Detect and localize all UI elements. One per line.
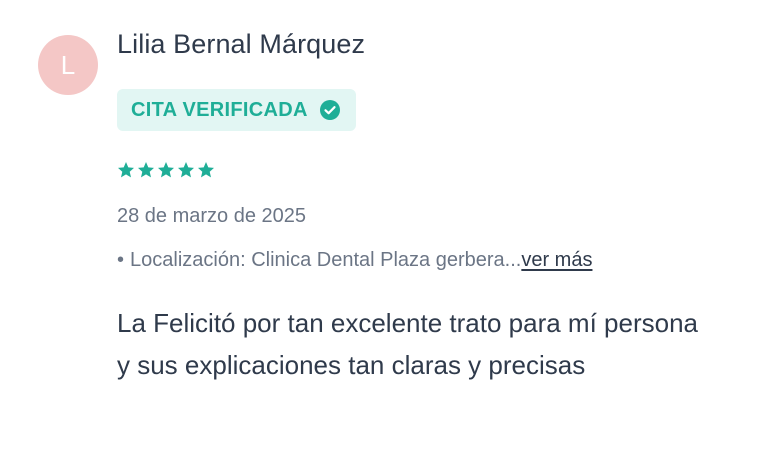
avatar-initial: L: [60, 49, 76, 80]
star-icon: [137, 161, 155, 179]
star-icon: [117, 161, 135, 179]
reviewer-name: Lilia Bernal Márquez: [117, 29, 366, 59]
verified-badge-label: CITA VERIFICADA: [131, 98, 308, 121]
review-body: La Felicitó por tan excelente trato para…: [117, 308, 698, 380]
star-icon: [177, 161, 195, 179]
review-card: L Lilia Bernal Márquez CITA VERIFICADA 2…: [0, 0, 768, 470]
see-more-link[interactable]: ver más: [521, 249, 592, 271]
star-icon: [197, 161, 215, 179]
review-date: 28 de marzo de 2025: [117, 205, 307, 227]
avatar: L: [38, 35, 98, 95]
verified-badge: CITA VERIFICADA: [117, 89, 356, 131]
star-icon: [157, 161, 175, 179]
review-location: • Localización: Clinica Dental Plaza gerb…: [117, 249, 592, 272]
star-rating: [117, 161, 215, 179]
location-bullet: •: [117, 249, 125, 271]
check-circle-icon: [319, 100, 340, 120]
location-text: Localización: Clinica Dental Plaza gerbe…: [130, 249, 522, 271]
